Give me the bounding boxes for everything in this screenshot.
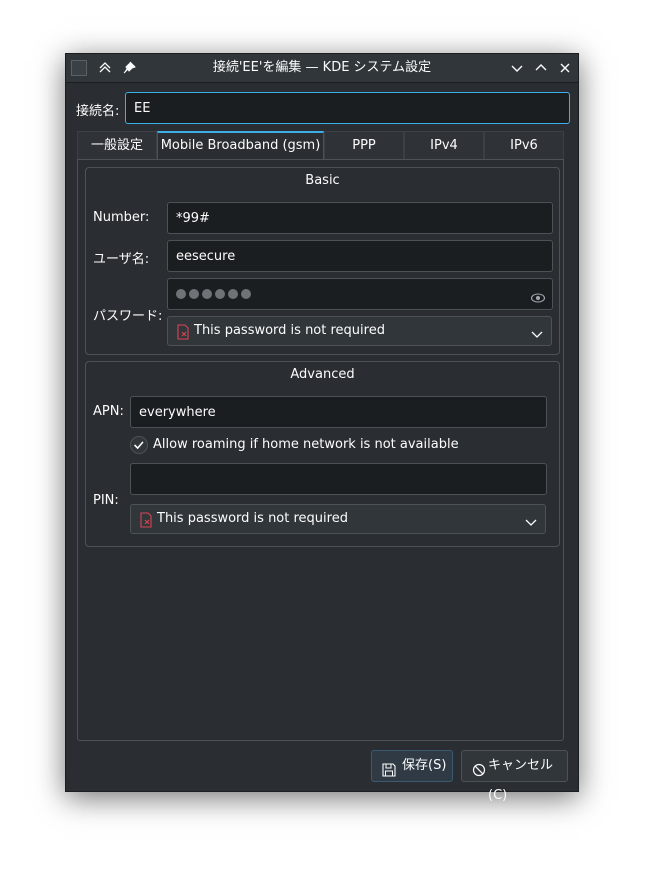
basic-group: Basic Number: ユーザ名: パスワード: This password… <box>85 167 560 355</box>
tab-ipv4[interactable]: IPv4 <box>404 131 484 160</box>
roaming-label[interactable]: Allow roaming if home network is not ava… <box>153 437 459 452</box>
number-input[interactable] <box>167 202 553 234</box>
mobile-broadband-panel: Basic Number: ユーザ名: パスワード: This password… <box>77 159 564 741</box>
password-dot <box>202 288 212 299</box>
tab-ppp[interactable]: PPP <box>324 131 404 160</box>
apn-label: APN: <box>93 404 124 419</box>
window-title: 接続'EE'を編集 — KDE システム設定 <box>212 60 432 75</box>
password-storage-combo[interactable]: This password is not required <box>167 316 552 346</box>
cancel-button-label: キャンセル(C) <box>488 758 554 803</box>
show-password-icon[interactable] <box>530 287 546 303</box>
pin-input[interactable] <box>130 463 547 495</box>
tab-ipv6[interactable]: IPv6 <box>484 131 564 160</box>
pin-label: PIN: <box>93 493 119 508</box>
maximize-icon[interactable] <box>532 59 550 77</box>
chevron-down-icon <box>530 324 544 338</box>
close-icon[interactable] <box>556 59 574 77</box>
tab-mobile-broadband[interactable]: Mobile Broadband (gsm) <box>157 131 324 160</box>
roaming-checkbox[interactable] <box>130 436 148 454</box>
password-mask <box>176 286 254 301</box>
pin-storage-value: This password is not required <box>157 511 348 526</box>
username-label: ユーザ名: <box>93 252 150 267</box>
edit-connection-dialog: 接続'EE'を編集 — KDE システム設定 接続名: 一般設定 Mobile … <box>65 53 579 803</box>
title-bar: 接続'EE'を編集 — KDE システム設定 <box>66 54 578 83</box>
pin-storage-combo[interactable]: This password is not required <box>130 504 546 534</box>
username-input[interactable] <box>167 240 553 272</box>
save-button[interactable]: 保存(S) <box>371 750 453 782</box>
cancel-icon <box>472 759 486 777</box>
password-input[interactable] <box>167 278 553 310</box>
connection-name-input[interactable] <box>125 92 570 124</box>
save-icon <box>382 759 396 777</box>
password-dot <box>176 288 186 299</box>
password-label: パスワード: <box>93 309 163 324</box>
password-dot <box>189 288 199 299</box>
minimize-icon[interactable] <box>508 59 526 77</box>
advanced-group-title: Advanced <box>290 367 355 382</box>
password-storage-value: This password is not required <box>194 323 385 338</box>
chevron-down-icon <box>524 512 538 526</box>
apn-input[interactable] <box>130 396 547 428</box>
number-label: Number: <box>93 210 150 225</box>
password-dot <box>228 288 238 299</box>
tab-general[interactable]: 一般設定 <box>77 131 157 160</box>
basic-group-title: Basic <box>305 173 340 188</box>
checkmark-icon <box>133 441 144 450</box>
pin-not-required-icon <box>139 511 153 528</box>
password-dot <box>215 288 225 299</box>
tab-bar: 一般設定 Mobile Broadband (gsm) PPP IPv4 IPv… <box>77 131 564 160</box>
advanced-group: Advanced APN: Allow roaming if home netw… <box>85 361 560 547</box>
connection-name-label: 接続名: <box>76 104 120 119</box>
password-not-required-icon <box>176 323 190 340</box>
cancel-button[interactable]: キャンセル(C) <box>461 750 568 803</box>
save-button-label: 保存(S) <box>402 758 447 773</box>
password-dot <box>241 288 251 299</box>
